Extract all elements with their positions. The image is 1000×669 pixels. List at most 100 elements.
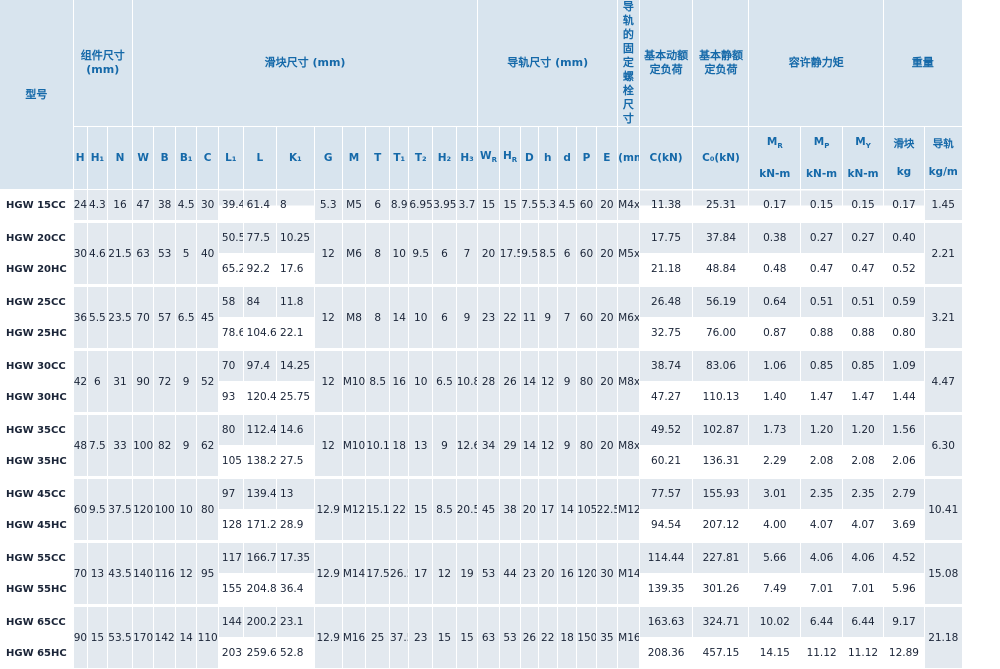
- shared-cell-h: 17: [538, 476, 558, 542]
- cell-L: 77.5: [243, 220, 278, 254]
- shared-cell-B1: 9: [175, 412, 198, 478]
- shared-cell-N: 21.5: [107, 220, 133, 286]
- shared-cell-HR: 22: [499, 284, 522, 350]
- shared-cell-d: 4.5: [557, 189, 578, 222]
- cell-MP: 2.08: [800, 445, 844, 478]
- shared-cell-H1: 9.5: [87, 476, 109, 542]
- shared-cell-M: M12: [342, 476, 367, 542]
- shared-cell-P: 80: [576, 348, 597, 414]
- cell-rail-weight: 21.18: [924, 604, 963, 669]
- cell-rail-weight: 10.41: [924, 476, 963, 542]
- shared-cell-D: 9.5: [520, 220, 539, 286]
- model-cell: HGW 35HC: [0, 445, 74, 478]
- cell-K1: 17.6: [276, 253, 315, 286]
- shared-cell-h: 5.3: [538, 189, 558, 222]
- table-row: HGW 45CC 60 9.5 37.5 120 100 10 80 97 139.4 13 12.9…: [0, 476, 1000, 542]
- shared-cell-E: 20: [596, 348, 619, 414]
- shared-cell-B1: 9: [175, 348, 198, 414]
- cell-L1: 80: [218, 412, 244, 446]
- header-row-1: 型号 组件尺寸 (mm) 滑块尺寸 (mm) 导轨尺寸 (mm) 导轨的固定螺栓…: [0, 0, 1000, 190]
- shared-cell-HR: 53: [499, 604, 522, 669]
- shared-cell-WR: 45: [477, 476, 500, 542]
- cell-MR: 1.06: [748, 348, 802, 382]
- col-header-1: H₁: [87, 126, 109, 190]
- cell-MP: 6.44: [800, 604, 844, 638]
- col-header-13: T₁: [389, 126, 410, 190]
- shared-cell-B1: 10: [175, 476, 198, 542]
- cell-K1: 25.75: [276, 381, 315, 414]
- shared-cell-H: 90: [73, 604, 88, 669]
- cell-MR: 0.87: [748, 317, 802, 350]
- shared-cell-T1: 14: [389, 284, 410, 350]
- cell-MP: 4.06: [800, 540, 844, 574]
- shared-cell-C: 95: [196, 540, 219, 606]
- cell-MP: 0.47: [800, 253, 844, 286]
- shared-cell-bolt: M5x16: [617, 220, 640, 286]
- cell-block-weight: 0.59: [883, 284, 925, 318]
- shared-cell-H2: 3.95: [432, 189, 457, 222]
- shared-cell-H2: 6.5: [432, 348, 457, 414]
- weight-header: 重量: [883, 0, 963, 127]
- shared-cell-E: 35: [596, 604, 619, 669]
- table-row: HGW 65CC901553.517014214110144.2200.223.…: [0, 604, 1000, 669]
- shared-cell-G: 5.3: [314, 189, 343, 222]
- shared-cell-bolt: M16x50: [617, 604, 640, 669]
- shared-cell-T: 15.1: [365, 476, 391, 542]
- cell-L: 97.4: [243, 348, 278, 382]
- col-header-8: L: [243, 126, 278, 190]
- shared-cell-P: 60: [576, 284, 597, 350]
- shared-cell-N: 33: [107, 412, 133, 478]
- shared-cell-T2: 17: [408, 540, 434, 606]
- cell-MY: 4.07: [842, 509, 884, 542]
- cell-rail-weight: 3.21: [924, 284, 963, 350]
- cell-dynamic-load: 21.18: [639, 253, 694, 286]
- shared-cell-H3: 15: [456, 604, 479, 669]
- shared-cell-d: 9: [557, 348, 578, 414]
- shared-cell-WR: 20: [477, 220, 500, 286]
- shared-cell-H3: 12.6: [456, 412, 479, 478]
- cell-MP: 0.85: [800, 348, 844, 382]
- shared-cell-M: M14: [342, 540, 367, 606]
- model-cell: HGW 55CC: [0, 540, 74, 574]
- shared-cell-H1: 5.5: [87, 284, 109, 350]
- cell-block-weight: 1.44: [883, 381, 925, 414]
- shared-cell-E: 22.5: [596, 476, 619, 542]
- shared-cell-d: 7: [557, 284, 578, 350]
- shared-cell-P: 150: [576, 604, 597, 669]
- cell-L: 204.8: [243, 573, 278, 606]
- shared-cell-HR: 15: [499, 189, 522, 222]
- shared-cell-W: 47: [132, 189, 155, 222]
- shared-cell-C: 30: [196, 189, 219, 222]
- shared-cell-bolt: M6x20: [617, 284, 640, 350]
- col-header-22: P: [576, 126, 597, 190]
- cell-L1: 93: [218, 381, 244, 414]
- shared-cell-H3: 10.8: [456, 348, 479, 414]
- model-header: 型号: [0, 0, 74, 190]
- shared-cell-G: 12.9: [314, 476, 343, 542]
- shared-cell-H: 48: [73, 412, 88, 478]
- shared-cell-B: 100: [153, 476, 176, 542]
- cell-MP: 0.27: [800, 220, 844, 254]
- cell-static-load: 37.84: [692, 220, 750, 254]
- cell-static-load: 207.12: [692, 509, 750, 542]
- static-moment-header: 容许静力矩: [748, 0, 884, 127]
- shared-cell-H1: 4.6: [87, 220, 109, 286]
- cell-block-weight: 0.80: [883, 317, 925, 350]
- shared-cell-T: 10.1: [365, 412, 391, 478]
- shared-cell-T1: 22: [389, 476, 410, 542]
- model-cell: HGW 65HC: [0, 637, 74, 669]
- shared-cell-H1: 15: [87, 604, 109, 669]
- cell-dynamic-load: 208.36: [639, 637, 694, 669]
- cell-MR: 0.38: [748, 220, 802, 254]
- shared-cell-T: 6: [365, 189, 391, 222]
- table-row: HGW 25CC 36 5.5 23.5 70 57 6.5 45 58 84 11.8 12 M8 8 1…: [0, 284, 1000, 350]
- cell-L1: 58: [218, 284, 244, 318]
- shared-cell-G: 12: [314, 348, 343, 414]
- cell-static-load: 155.93: [692, 476, 750, 510]
- shared-cell-G: 12.9: [314, 604, 343, 669]
- shared-cell-D: 26: [520, 604, 539, 669]
- shared-cell-H: 70: [73, 540, 88, 606]
- cell-static-load: 457.15: [692, 637, 750, 669]
- shared-cell-bolt: M12x35: [617, 476, 640, 542]
- cell-MR: 1.40: [748, 381, 802, 414]
